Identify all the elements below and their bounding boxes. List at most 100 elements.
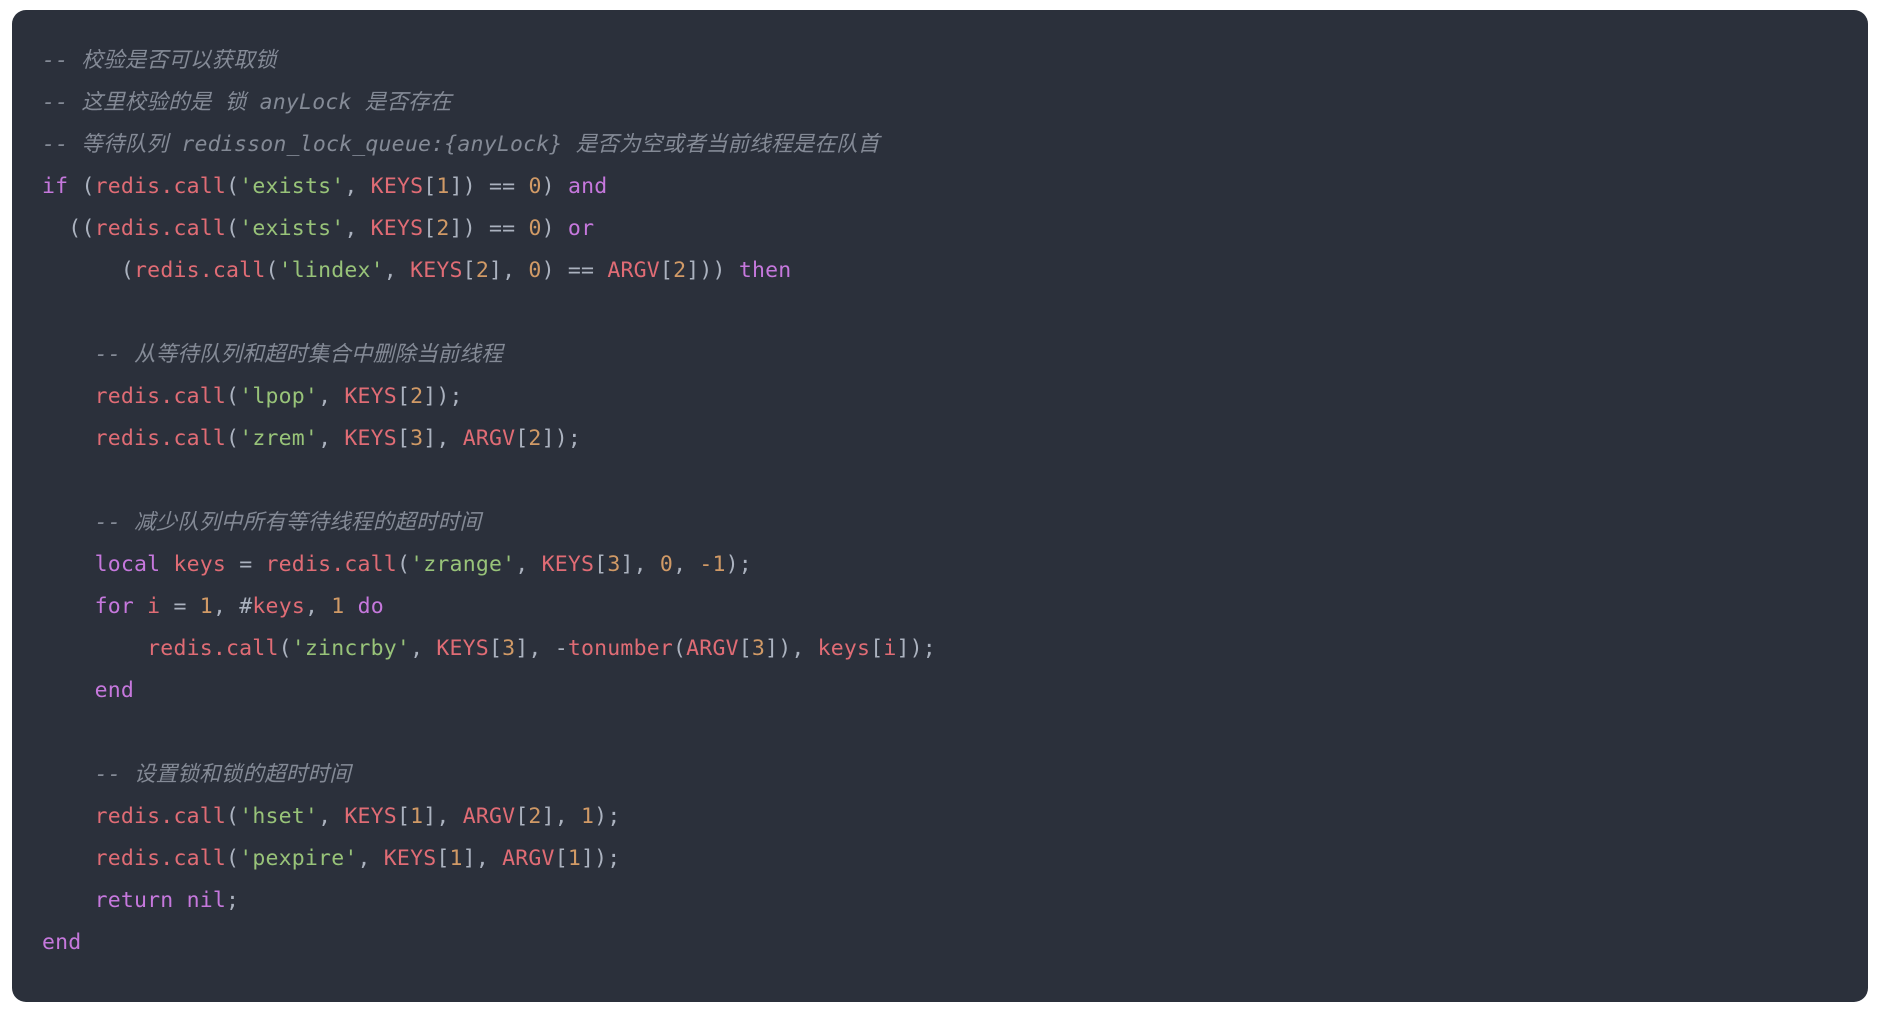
- code-token-keyword: or: [567, 216, 595, 241]
- code-token-string: 'zrange': [410, 552, 516, 577]
- code-token-function: KEYS: [410, 258, 463, 283]
- code-token-punctuation: ==: [489, 174, 516, 199]
- code-token-punctuation: ],: [423, 426, 463, 451]
- code-token-function: KEYS: [436, 636, 489, 661]
- code-line: for i = 1, #keys, 1 do: [42, 586, 1868, 628]
- code-token-number: 1: [331, 594, 345, 619]
- code-token-punctuation: ==: [489, 216, 516, 241]
- code-token-punctuation: [: [423, 216, 437, 241]
- code-token-function: redis.call: [94, 846, 227, 871]
- code-token-punctuation: [: [396, 426, 411, 451]
- code-line: redis.call('pexpire', KEYS[1], ARGV[1]);: [42, 838, 1868, 880]
- code-token-keyword: then: [738, 258, 792, 283]
- code-token-keyword: end: [42, 930, 82, 955]
- code-token-punctuation: ]);: [896, 636, 936, 661]
- code-token-punctuation: );: [594, 804, 621, 829]
- code-token-punctuation: =: [239, 552, 253, 577]
- code-token-function: i: [883, 636, 897, 661]
- code-block[interactable]: -- 校验是否可以获取锁 -- 这里校验的是 锁 anyLock 是否存在 -- 等…: [12, 40, 1868, 964]
- code-line: -- 校验是否可以获取锁: [42, 40, 1868, 82]
- code-token-function: ARGV: [502, 846, 555, 871]
- code-token-function: i: [147, 594, 161, 619]
- code-line: redis.call('lpop', KEYS[2]);: [42, 376, 1868, 418]
- code-token-function: ARGV: [686, 636, 739, 661]
- code-token-string: 'pexpire': [239, 846, 358, 871]
- code-token-number: 1: [581, 804, 595, 829]
- code-token-keyword: do: [357, 594, 384, 619]
- code-token-punctuation: (: [278, 636, 292, 661]
- code-token-punctuation: ,: [212, 594, 240, 619]
- code-token-punctuation: [: [515, 426, 529, 451]
- code-token-function: KEYS: [344, 426, 397, 451]
- code-token-comment: -- 等待队列 redisson_lock_queue:{anyLock} 是否…: [42, 132, 880, 157]
- code-token-punctuation: ,: [304, 594, 332, 619]
- code-token-function: KEYS: [344, 384, 397, 409]
- code-token-punctuation: ,: [318, 804, 345, 829]
- code-token-function: keys: [173, 552, 227, 577]
- code-token-string: 'exists': [239, 174, 345, 199]
- code-line: end: [42, 670, 1868, 712]
- code-token-function: KEYS: [541, 552, 595, 577]
- code-token-punctuation: ==: [567, 258, 595, 283]
- code-line: ((redis.call('exists', KEYS[2]) == 0) or: [42, 208, 1868, 250]
- code-token-keyword: for: [94, 594, 135, 619]
- code-token-punctuation: ]);: [581, 846, 621, 871]
- code-token-function: redis.call: [134, 258, 266, 283]
- code-token-number: 2: [528, 426, 542, 451]
- code-line: -- 从等待队列和超时集合中删除当前线程: [42, 334, 1868, 376]
- code-token-punctuation: ): [541, 216, 555, 241]
- code-token-function: KEYS: [344, 804, 397, 829]
- code-token-punctuation: ],: [423, 804, 463, 829]
- code-token-punctuation: ,: [344, 174, 371, 199]
- code-token-punctuation: ]);: [423, 384, 463, 409]
- code-token-function: redis.call: [147, 636, 279, 661]
- code-token-function: keys: [252, 594, 305, 619]
- code-token-punctuation: ,: [410, 636, 437, 661]
- code-token-string: 'lindex': [278, 258, 384, 283]
- code-token-number: 0: [528, 216, 542, 241]
- code-token-punctuation: [: [488, 636, 503, 661]
- code-token-punctuation: =: [173, 594, 187, 619]
- code-line: local keys = redis.call('zrange', KEYS[3…: [42, 544, 1868, 586]
- code-token-number: 2: [673, 258, 687, 283]
- code-token-number: 1: [449, 846, 463, 871]
- code-line: -- 设置锁和锁的超时时间: [42, 754, 1868, 796]
- code-token-string: 'zrem': [239, 426, 319, 451]
- code-token-string: 'zincrby': [291, 636, 411, 661]
- code-token-punctuation: [: [423, 174, 437, 199]
- code-line: -- 这里校验的是 锁 anyLock 是否存在: [42, 82, 1868, 124]
- code-line: -- 等待队列 redisson_lock_queue:{anyLock} 是否…: [42, 124, 1868, 166]
- code-line: redis.call('zrem', KEYS[3], ARGV[2]);: [42, 418, 1868, 460]
- code-token-punctuation: (: [226, 804, 240, 829]
- code-line: return nil;: [42, 880, 1868, 922]
- code-token-punctuation: ((: [68, 216, 95, 241]
- code-snippet-card: -- 校验是否可以获取锁 -- 这里校验的是 锁 anyLock 是否存在 -- 等…: [12, 10, 1868, 1002]
- code-token-punctuation: #: [239, 594, 253, 619]
- code-token-punctuation: ,: [344, 216, 371, 241]
- code-token-punctuation: (: [396, 552, 411, 577]
- code-token-number: 0: [528, 258, 542, 283]
- code-token-punctuation: ,: [673, 552, 700, 577]
- code-token-punctuation: ,: [318, 384, 345, 409]
- code-token-comment: -- 从等待队列和超时集合中删除当前线程: [94, 342, 503, 367]
- code-token-number: 0: [659, 552, 674, 577]
- code-token-function: ARGV: [462, 426, 516, 451]
